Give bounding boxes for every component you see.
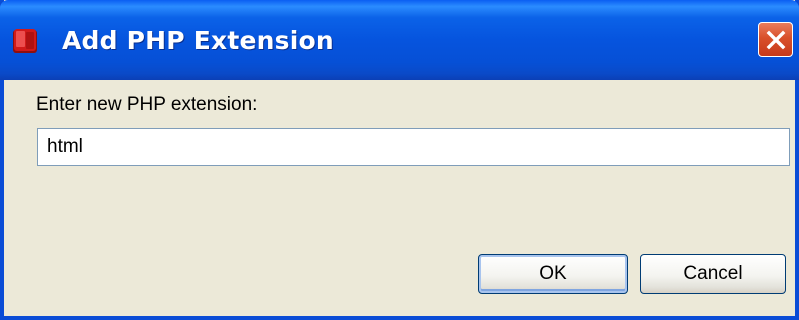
add-php-extension-dialog: Add PHP Extension Enter new PHP extensio…	[0, 0, 799, 320]
close-icon	[766, 30, 786, 50]
ok-button[interactable]: OK	[478, 254, 628, 294]
window-title: Add PHP Extension	[62, 26, 334, 55]
close-button[interactable]	[758, 22, 793, 57]
extension-prompt-label: Enter new PHP extension:	[36, 94, 258, 115]
app-cube-icon	[12, 27, 40, 55]
cancel-button[interactable]: Cancel	[640, 254, 786, 294]
title-bar[interactable]: Add PHP Extension	[0, 0, 799, 80]
extension-input[interactable]	[37, 128, 790, 166]
